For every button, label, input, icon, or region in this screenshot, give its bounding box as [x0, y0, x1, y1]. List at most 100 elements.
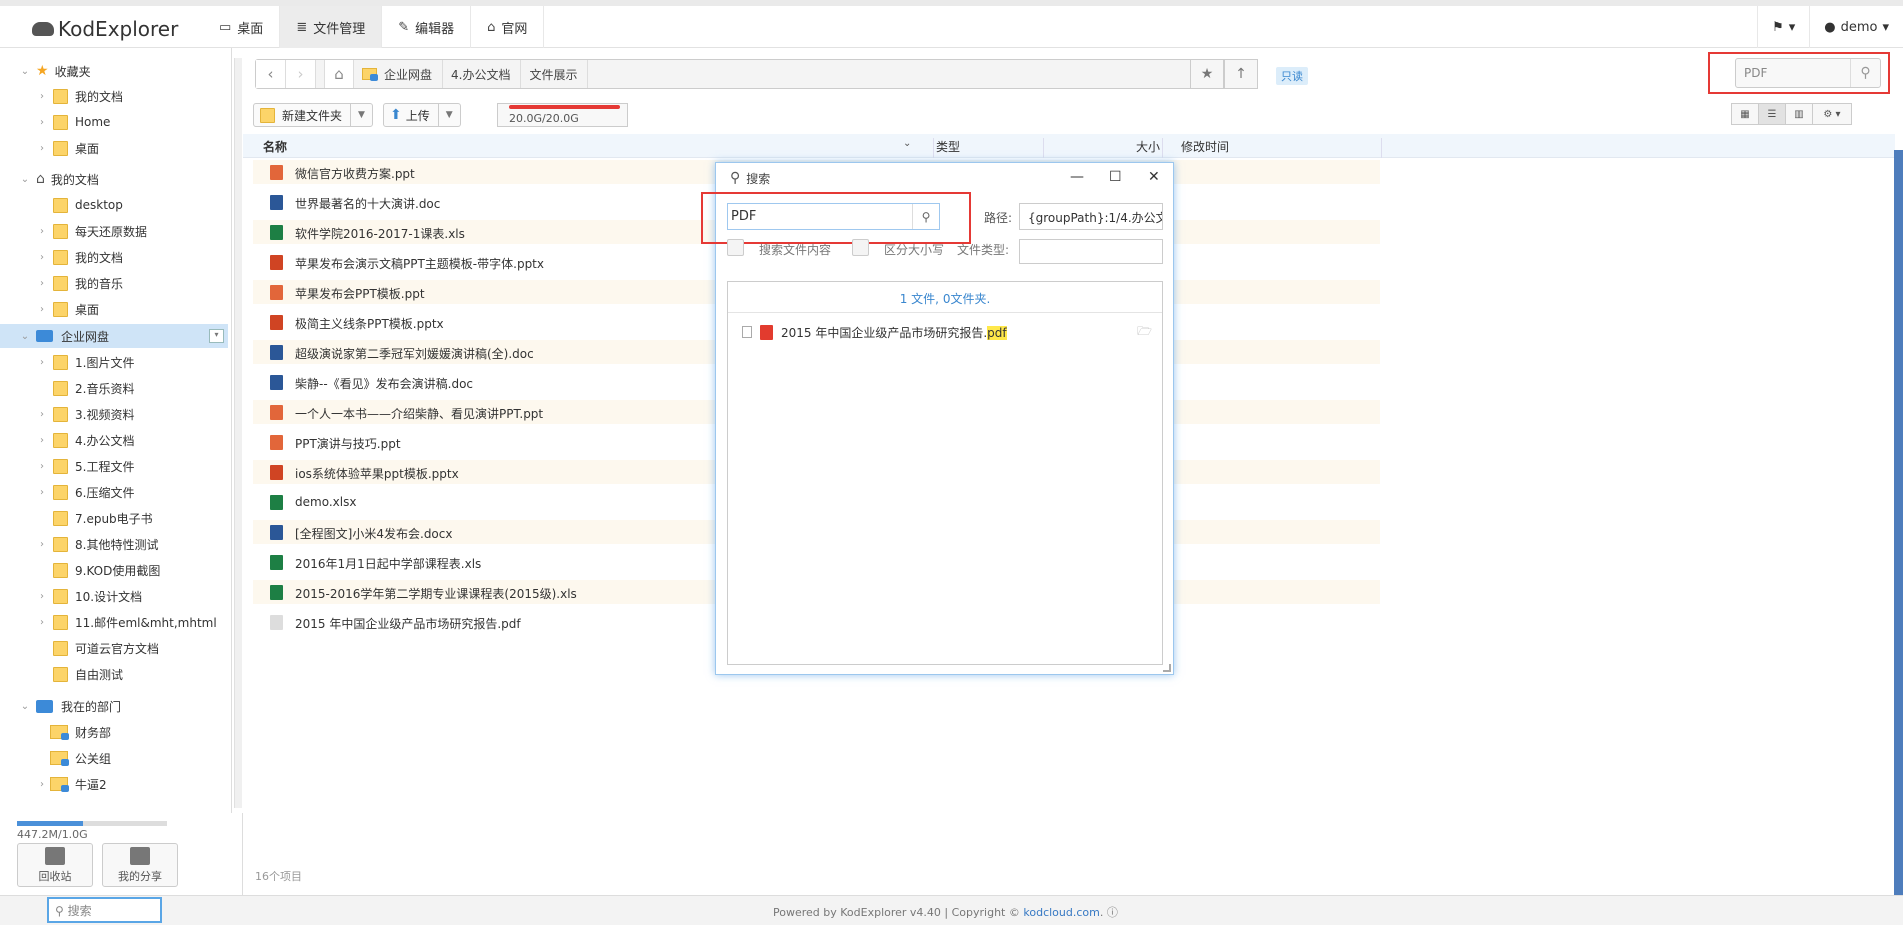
my-share-button[interactable]: 我的分享 [102, 843, 178, 887]
content-search-checkbox[interactable] [727, 239, 744, 256]
chevron-right-icon[interactable]: › [37, 435, 47, 446]
chevron-right-icon[interactable]: › [37, 539, 47, 550]
tree-item[interactable]: › 4.办公文档 [37, 428, 134, 452]
footer-link[interactable]: kodcloud.com [1023, 906, 1099, 919]
tree-item[interactable]: › 5.工程文件 [37, 454, 134, 478]
tree-item[interactable]: 自由测试 [53, 662, 123, 686]
dropdown-icon[interactable]: ▾ [209, 329, 224, 343]
tree-item[interactable]: 公关组 [50, 746, 111, 770]
icon-view-button[interactable]: ▦ [1731, 103, 1759, 125]
list-view-button[interactable]: ☰ [1758, 103, 1786, 125]
tree-item[interactable]: › 6.压缩文件 [37, 480, 134, 504]
close-button[interactable]: ✕ [1148, 169, 1160, 185]
col-type[interactable]: 类型 [936, 138, 960, 155]
chevron-right-icon[interactable]: › [37, 91, 47, 102]
tree-item[interactable]: › 我的音乐 [37, 271, 123, 295]
search-button[interactable]: ⚲ [1850, 59, 1880, 87]
info-icon[interactable]: ⓘ [1107, 906, 1118, 919]
path-input[interactable]: {groupPath}:1/4.办公文 [1019, 203, 1163, 230]
open-folder-icon[interactable]: 🗁 [1137, 322, 1152, 343]
dialog-search-input[interactable]: PDF [731, 209, 756, 224]
tree-item[interactable]: › Home [37, 110, 110, 134]
dialog-search-button[interactable]: ⚲ [912, 204, 939, 229]
sidebar-scrollbar[interactable] [234, 58, 242, 808]
top-search: PDF ⚲ [1735, 58, 1881, 88]
result-item[interactable]: 2015 年中国企业级产品市场研究报告.pdf 🗁 [742, 322, 1152, 342]
chevron-right-icon[interactable]: › [37, 461, 47, 472]
search-input[interactable]: PDF [1744, 66, 1767, 80]
tree-item[interactable]: 7.epub电子书 [53, 506, 153, 530]
settings-button[interactable]: ⚙ ▾ [1812, 103, 1852, 125]
tree-item[interactable]: › 桌面 [37, 297, 99, 321]
user-menu[interactable]: ● demo ▾ [1809, 6, 1903, 48]
chevron-right-icon[interactable]: › [37, 617, 47, 628]
col-size[interactable]: 大小 [1136, 138, 1160, 155]
folder-icon [53, 140, 68, 156]
breadcrumb-office[interactable]: 4.办公文档 [443, 60, 522, 88]
tree-item[interactable]: › 8.其他特性测试 [37, 532, 158, 556]
home-button[interactable]: ⌂ [324, 60, 354, 88]
tree-item[interactable]: › 11.邮件eml&mht,mhtml [37, 610, 217, 634]
resize-handle[interactable] [1163, 664, 1171, 672]
chevron-down-icon[interactable]: ▼ [437, 104, 460, 126]
app-logo[interactable]: KodExplorer [32, 17, 178, 41]
chevron-down-icon[interactable]: ⌄ [20, 174, 30, 185]
breadcrumb-group[interactable]: 企业网盘 [354, 60, 444, 88]
chevron-right-icon[interactable]: › [37, 487, 47, 498]
bottom-search-box[interactable]: ⚲ 搜索 [47, 897, 162, 923]
forward-button[interactable]: › [286, 60, 316, 88]
chevron-right-icon[interactable]: › [37, 304, 47, 315]
tree-item[interactable]: › 我的文档 [37, 245, 123, 269]
nav-official-site[interactable]: ⌂ 官网 [471, 6, 545, 48]
tree-item[interactable]: › 每天还原数据 [37, 219, 147, 243]
chevron-right-icon[interactable]: › [37, 278, 47, 289]
nav-desktop[interactable]: ▭ 桌面 [203, 6, 281, 48]
language-menu[interactable]: ⚑ ▾ [1757, 6, 1809, 48]
chevron-right-icon[interactable]: › [37, 252, 47, 263]
nav-editor[interactable]: ✎ 编辑器 [382, 6, 472, 48]
back-button[interactable]: ‹ [256, 60, 286, 88]
tree-mydocs[interactable]: ⌄ ⌂ 我的文档 [20, 167, 99, 191]
tree-group-selected[interactable]: ⌄ 企业网盘 ▾ [0, 324, 228, 348]
chevron-down-icon[interactable]: ⌄ [20, 66, 30, 77]
tree-item[interactable]: 财务部 [50, 720, 111, 744]
tree-item[interactable]: › 1.图片文件 [37, 350, 134, 374]
favorite-button[interactable]: ★ [1190, 59, 1224, 89]
chevron-right-icon[interactable]: › [37, 357, 47, 368]
tree-item[interactable]: 可道云官方文档 [53, 636, 159, 660]
col-mtime[interactable]: 修改时间 [1181, 138, 1229, 155]
chevron-right-icon[interactable]: › [37, 409, 47, 420]
up-button[interactable]: ↑ [1224, 59, 1258, 89]
chevron-down-icon[interactable]: ⌄ [903, 138, 911, 149]
dialog-titlebar[interactable]: ⚲ 搜索 [716, 163, 1173, 193]
recycle-bin-button[interactable]: 回收站 [17, 843, 93, 887]
chevron-down-icon[interactable]: ▼ [350, 104, 372, 126]
new-folder-button[interactable]: 新建文件夹 ▼ [253, 103, 374, 127]
col-name[interactable]: 名称 [263, 138, 287, 155]
chevron-down-icon[interactable]: ⌄ [20, 331, 30, 342]
chevron-right-icon[interactable]: › [37, 591, 47, 602]
maximize-button[interactable]: ☐ [1109, 169, 1122, 185]
breadcrumb-display[interactable]: 文件展示 [521, 60, 589, 88]
upload-button[interactable]: ⬆ 上传 ▼ [383, 103, 461, 127]
tree-item[interactable]: 2.音乐资料 [53, 376, 134, 400]
tree-item[interactable]: › 3.视频资料 [37, 402, 134, 426]
case-sensitive-checkbox[interactable] [852, 239, 869, 256]
nav-file-manager[interactable]: ≣ 文件管理 [280, 6, 383, 48]
tree-favorites[interactable]: ⌄ ★ 收藏夹 [20, 59, 91, 83]
chevron-right-icon[interactable]: › [37, 117, 47, 128]
chevron-down-icon[interactable]: ⌄ [20, 701, 30, 712]
tree-dept[interactable]: ⌄ 我在的部门 [20, 694, 121, 718]
tree-item[interactable]: desktop [53, 193, 123, 217]
chevron-right-icon[interactable]: › [37, 143, 47, 154]
chevron-right-icon[interactable]: › [37, 226, 47, 237]
minimize-button[interactable]: — [1070, 169, 1084, 185]
tree-item[interactable]: › 10.设计文档 [37, 584, 142, 608]
tree-item[interactable]: › 桌面 [37, 136, 99, 160]
split-view-button[interactable]: ▥ [1785, 103, 1813, 125]
chevron-right-icon[interactable]: › [37, 779, 47, 790]
tree-item[interactable]: › 我的文档 [37, 84, 123, 108]
tree-item[interactable]: › 牛逼2 [37, 772, 107, 796]
tree-item[interactable]: 9.KOD使用截图 [53, 558, 160, 582]
file-type-input[interactable] [1019, 239, 1163, 264]
